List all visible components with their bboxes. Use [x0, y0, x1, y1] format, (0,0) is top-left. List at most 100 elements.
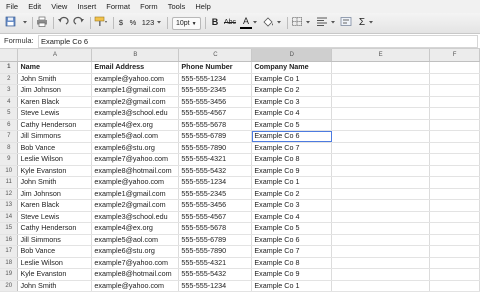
cell-e[interactable]	[331, 245, 431, 258]
cell-d[interactable]: Example Co 5	[251, 222, 333, 235]
undo-icon[interactable]	[57, 16, 71, 29]
cell-e[interactable]	[331, 199, 431, 212]
cell-f[interactable]	[429, 257, 480, 269]
cell-f[interactable]	[429, 84, 480, 97]
cell-b[interactable]: example6@stu.org	[91, 142, 180, 154]
cell-f[interactable]	[429, 73, 480, 85]
cell-c[interactable]: 555-555-4321	[178, 153, 253, 166]
cell-b[interactable]: example3@school.edu	[91, 107, 180, 120]
cell-e[interactable]	[331, 130, 431, 143]
cell-a[interactable]: John Smith	[17, 176, 93, 189]
row-header[interactable]: 8	[0, 142, 19, 154]
borders-icon[interactable]	[291, 16, 305, 29]
cell-b[interactable]: example8@hotmail.com	[91, 165, 180, 177]
cell-f[interactable]	[429, 130, 480, 143]
cell-c[interactable]: 555-555-2345	[178, 84, 253, 97]
cell-b[interactable]: example5@aol.com	[91, 130, 180, 143]
cell-d[interactable]: Example Co 8	[251, 257, 333, 269]
cell-f[interactable]	[429, 96, 480, 108]
cell-a[interactable]: Cathy Henderson	[17, 222, 93, 235]
row-header[interactable]: 18	[0, 257, 19, 269]
cell-c[interactable]: 555-555-1234	[178, 280, 253, 292]
cell-c[interactable]: 555-555-5432	[178, 165, 253, 177]
cell-b[interactable]: example@yahoo.com	[91, 280, 180, 292]
wrap-text-icon[interactable]	[340, 16, 354, 29]
row-header[interactable]: 13	[0, 199, 19, 212]
cell-c[interactable]: 555-555-3456	[178, 199, 253, 212]
cell-f[interactable]	[429, 268, 480, 281]
text-color-dropdown-icon[interactable]	[252, 16, 260, 29]
menu-help[interactable]: Help	[195, 0, 210, 13]
cell-f[interactable]	[429, 119, 480, 131]
borders-dropdown-icon[interactable]	[305, 16, 313, 29]
cell-d[interactable]: Example Co 9	[251, 165, 333, 177]
fill-color-icon[interactable]	[262, 16, 276, 29]
redo-icon[interactable]	[73, 16, 87, 29]
cell-e[interactable]	[331, 142, 431, 154]
menu-tools[interactable]: Tools	[168, 0, 186, 13]
row-header[interactable]: 16	[0, 234, 19, 246]
number-format-button[interactable]: 123	[140, 16, 156, 29]
cell-d[interactable]: Example Co 6	[251, 234, 333, 246]
selected-cell[interactable]: Example Co 6	[251, 130, 333, 143]
row-header[interactable]: 4	[0, 96, 19, 108]
menu-form[interactable]: Form	[140, 0, 158, 13]
cell-b[interactable]: example6@stu.org	[91, 245, 180, 258]
cell-e[interactable]	[331, 280, 431, 292]
bold-button[interactable]: B	[209, 16, 221, 29]
cell-a[interactable]: Bob Vance	[17, 142, 93, 154]
cell-d[interactable]: Example Co 3	[251, 199, 333, 212]
cell-a[interactable]: Kyle Evanston	[17, 268, 93, 281]
cell-f[interactable]	[429, 199, 480, 212]
cell-b[interactable]: example1@gmail.com	[91, 188, 180, 200]
cell-d[interactable]: Example Co 5	[251, 119, 333, 131]
cell-e[interactable]	[331, 257, 431, 269]
cell-b[interactable]: example5@aol.com	[91, 234, 180, 246]
cell-a[interactable]: Cathy Henderson	[17, 119, 93, 131]
currency-format-button[interactable]: $	[116, 16, 126, 29]
cell-d[interactable]: Example Co 2	[251, 84, 333, 97]
cell-c[interactable]: 555-555-5432	[178, 268, 253, 281]
cell-d[interactable]: Example Co 3	[251, 96, 333, 108]
cell-b[interactable]: example2@gmail.com	[91, 96, 180, 108]
row-header[interactable]: 7	[0, 130, 19, 143]
cell-c[interactable]: 555-555-4321	[178, 257, 253, 269]
cell-e[interactable]	[331, 61, 431, 74]
cell-e[interactable]	[331, 96, 431, 108]
cell-a[interactable]: Leslie Wilson	[17, 257, 93, 269]
cell-d[interactable]: Example Co 4	[251, 107, 333, 120]
cell-a[interactable]: Steve Lewis	[17, 211, 93, 223]
cell-f[interactable]	[429, 165, 480, 177]
cell-f[interactable]	[429, 176, 480, 189]
cell-e[interactable]	[331, 234, 431, 246]
cell-e[interactable]	[331, 188, 431, 200]
select-all-corner[interactable]	[0, 49, 19, 62]
cell-d[interactable]: Example Co 8	[251, 153, 333, 166]
cell-c[interactable]: 555-555-5678	[178, 119, 253, 131]
save-icon[interactable]	[5, 16, 19, 29]
cell-c[interactable]: 555-555-3456	[178, 96, 253, 108]
row-header[interactable]: 10	[0, 165, 19, 177]
cell-c[interactable]: 555-555-2345	[178, 188, 253, 200]
column-header-c[interactable]: C	[178, 49, 253, 62]
cell-d[interactable]: Example Co 7	[251, 245, 333, 258]
cell-a[interactable]: Jill Simmons	[17, 234, 93, 246]
row-header[interactable]: 14	[0, 211, 19, 223]
cell-f[interactable]	[429, 61, 480, 74]
cell-a[interactable]: Kyle Evanston	[17, 165, 93, 177]
cell-b[interactable]: example2@gmail.com	[91, 199, 180, 212]
cell-f[interactable]	[429, 234, 480, 246]
print-icon[interactable]	[36, 16, 50, 29]
cell-c[interactable]: 555-555-1234	[178, 73, 253, 85]
cell-d[interactable]: Example Co 1	[251, 73, 333, 85]
cell-d[interactable]: Example Co 1	[251, 280, 333, 292]
cell-a[interactable]: Name	[17, 61, 93, 74]
cell-c[interactable]: 555-555-7890	[178, 245, 253, 258]
cell-a[interactable]: Bob Vance	[17, 245, 93, 258]
cell-a[interactable]: Karen Black	[17, 199, 93, 212]
cell-d[interactable]: Example Co 2	[251, 188, 333, 200]
fill-color-dropdown-icon[interactable]	[276, 16, 284, 29]
cell-c[interactable]: 555-555-6789	[178, 234, 253, 246]
cell-f[interactable]	[429, 280, 480, 292]
cell-f[interactable]	[429, 211, 480, 223]
